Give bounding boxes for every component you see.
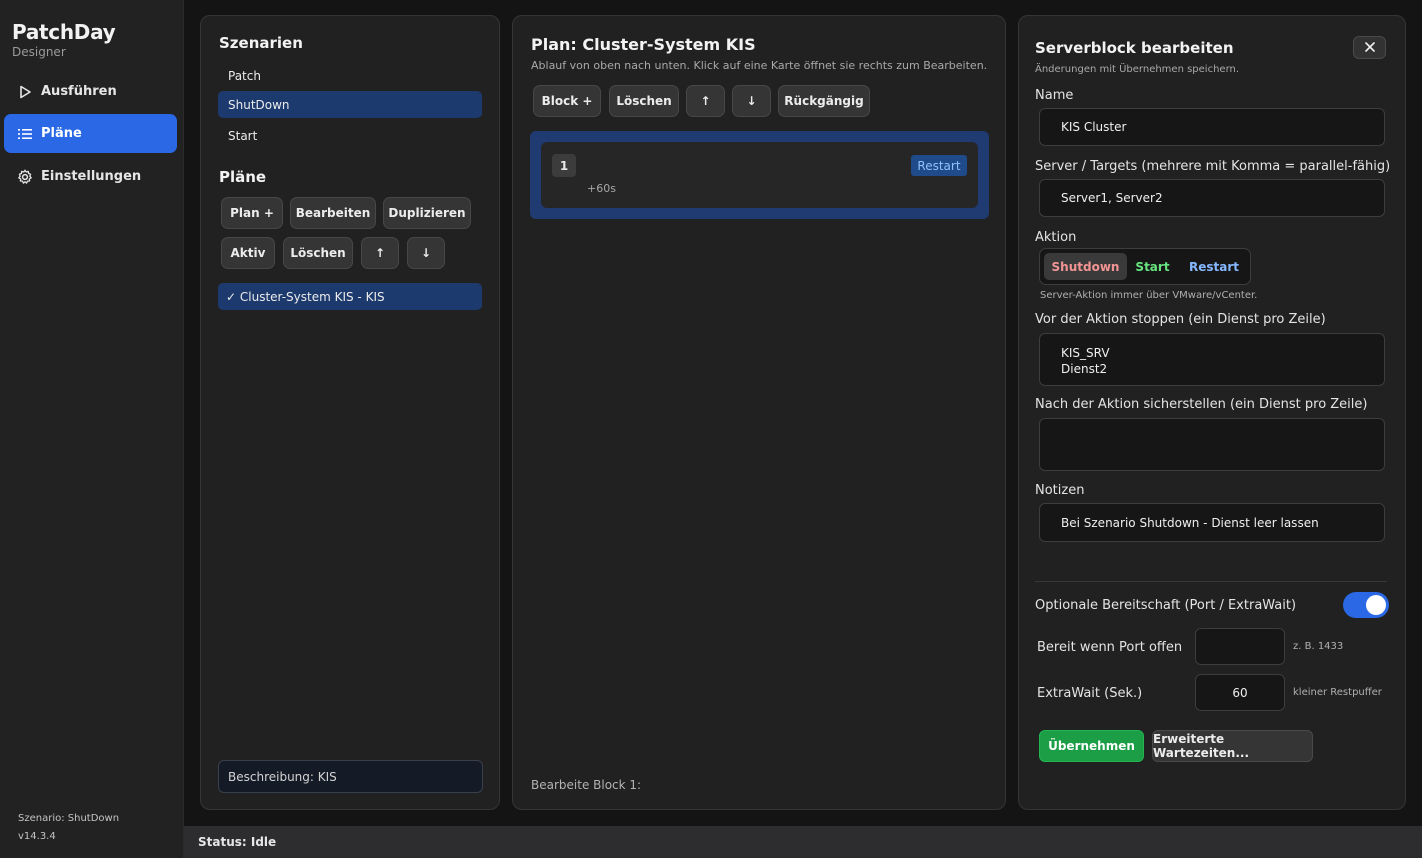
nav-label: Pläne	[41, 126, 82, 141]
app-title: PatchDay	[12, 20, 116, 44]
block-wait: +60s	[587, 182, 616, 195]
scenarios-plans-panel: Szenarien Patch ShutDown Start Pläne Pla…	[200, 15, 500, 810]
scenarios-title: Szenarien	[219, 34, 303, 52]
scenario-label: Start	[228, 128, 258, 143]
plan-subtitle: Ablauf von oben nach unten. Klick auf ei…	[531, 59, 988, 72]
ensure-services-field[interactable]	[1039, 418, 1385, 471]
stop-service-line: KIS_SRV	[1061, 346, 1110, 360]
sidebar-footer: Szenario: ShutDown v14.3.4	[18, 810, 119, 846]
action-selector: Shutdown Start Restart	[1039, 248, 1251, 285]
stop-services-field[interactable]: KIS_SRV Dienst2	[1039, 333, 1385, 386]
readiness-label: Optionale Bereitschaft (Port / ExtraWait…	[1035, 598, 1297, 613]
plan-delete-button[interactable]: Löschen	[283, 237, 353, 269]
divider	[1035, 581, 1387, 582]
list-icon	[16, 125, 34, 143]
plan-item-cluster-kis[interactable]: ✓ Cluster-System KIS - KIS	[218, 283, 482, 310]
editing-status: Bearbeite Block 1:	[531, 778, 642, 792]
plan-add-button[interactable]: Plan +	[221, 197, 283, 229]
plan-duplicate-button[interactable]: Duplizieren	[383, 197, 471, 229]
close-button[interactable]	[1353, 36, 1386, 59]
current-scenario: Szenario: ShutDown	[18, 813, 120, 824]
block-card[interactable]: 1 +60s Restart	[541, 142, 978, 208]
scenario-item-start[interactable]: Start	[218, 122, 482, 149]
apply-button[interactable]: Übernehmen	[1039, 730, 1144, 762]
plan-title: Plan: Cluster-System KIS	[531, 35, 756, 54]
targets-label: Server / Targets (mehrere mit Komma = pa…	[1035, 159, 1391, 174]
action-restart-button[interactable]: Restart	[1180, 253, 1248, 280]
ensure-services-label: Nach der Aktion sicherstellen (ein Diens…	[1035, 397, 1368, 412]
port-field[interactable]	[1195, 628, 1285, 665]
block-move-up-button[interactable]: ↑	[686, 85, 725, 117]
name-field[interactable]: KIS Cluster	[1039, 108, 1385, 146]
notes-field[interactable]: Bei Szenario Shutdown - Dienst leer lass…	[1039, 503, 1385, 542]
nav-label: Einstellungen	[41, 169, 142, 184]
plan-edit-button[interactable]: Bearbeiten	[290, 197, 376, 229]
block-delete-button[interactable]: Löschen	[609, 85, 679, 117]
port-hint: z. B. 1433	[1293, 641, 1344, 652]
plan-panel: Plan: Cluster-System KIS Ablauf von oben…	[512, 15, 1006, 810]
editor-subtitle: Änderungen mit Übernehmen speichern.	[1035, 64, 1240, 75]
editor-title: Serverblock bearbeiten	[1035, 39, 1234, 57]
action-hint: Server-Aktion immer über VMware/vCenter.	[1040, 290, 1258, 301]
status-bar: Status: Idle	[184, 826, 1422, 858]
port-label: Bereit wenn Port offen	[1037, 640, 1183, 655]
readiness-toggle[interactable]	[1343, 592, 1389, 618]
play-icon	[16, 83, 34, 101]
status-text: Status: Idle	[198, 835, 277, 849]
close-icon	[1364, 41, 1375, 55]
scenario-item-patch[interactable]: Patch	[218, 62, 482, 89]
brand: PatchDay Designer	[12, 20, 116, 59]
toggle-knob	[1366, 595, 1386, 615]
targets-field[interactable]: Server1, Server2	[1039, 179, 1385, 217]
gear-icon	[16, 168, 34, 186]
extrawait-hint: kleiner Restpuffer	[1293, 687, 1382, 698]
block-move-down-button[interactable]: ↓	[732, 85, 771, 117]
plan-activate-button[interactable]: Aktiv	[221, 237, 275, 269]
action-shutdown-button[interactable]: Shutdown	[1044, 253, 1127, 280]
stop-service-line: Dienst2	[1061, 362, 1108, 376]
advanced-wait-button[interactable]: Erweiterte Wartezeiten...	[1152, 730, 1313, 762]
scenario-label: Patch	[228, 68, 261, 83]
app-subtitle: Designer	[12, 45, 66, 59]
plans-title: Pläne	[219, 168, 267, 186]
plan-description-field[interactable]: Beschreibung: KIS	[218, 760, 483, 793]
action-label: Aktion	[1035, 230, 1077, 245]
name-label: Name	[1035, 88, 1074, 103]
nav-item-einstellungen[interactable]: Einstellungen	[4, 157, 177, 196]
plan-move-down-button[interactable]: ↓	[407, 237, 445, 269]
notes-label: Notizen	[1035, 483, 1085, 498]
scenario-label: ShutDown	[228, 97, 290, 112]
block-add-button[interactable]: Block +	[533, 85, 601, 117]
nav-item-ausfuehren[interactable]: Ausführen	[4, 72, 177, 111]
version-label: v14.3.4	[18, 831, 56, 842]
stop-services-label: Vor der Aktion stoppen (ein Dienst pro Z…	[1035, 312, 1326, 327]
block-card-selected[interactable]: 1 +60s Restart	[530, 131, 989, 219]
extrawait-field[interactable]: 60	[1195, 674, 1285, 711]
sidebar: PatchDay Designer Ausführen Pläne Einste…	[0, 0, 184, 858]
undo-button[interactable]: Rückgängig	[778, 85, 870, 117]
nav-item-plaene[interactable]: Pläne	[4, 114, 177, 153]
extrawait-label: ExtraWait (Sek.)	[1037, 686, 1143, 701]
plan-label: ✓ Cluster-System KIS - KIS	[226, 289, 385, 304]
plan-move-up-button[interactable]: ↑	[361, 237, 399, 269]
nav-label: Ausführen	[41, 84, 117, 99]
block-number: 1	[552, 154, 576, 177]
action-start-button[interactable]: Start	[1130, 253, 1175, 280]
block-action-badge: Restart	[911, 155, 967, 176]
scenario-item-shutdown[interactable]: ShutDown	[218, 91, 482, 118]
block-editor-panel: Serverblock bearbeiten Änderungen mit Üb…	[1018, 15, 1406, 810]
